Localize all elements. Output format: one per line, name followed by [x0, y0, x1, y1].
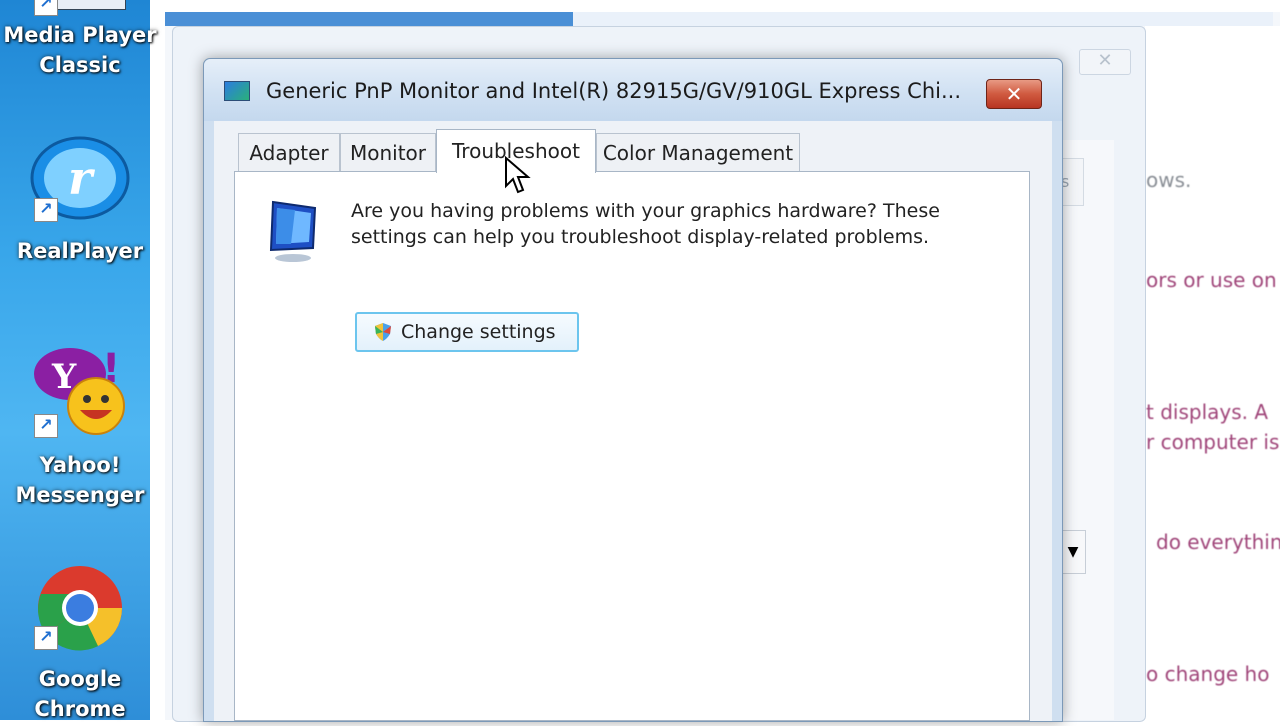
- background-text: do everythin: [1156, 530, 1280, 554]
- desktop-icon-label: Yahoo!: [39, 453, 121, 477]
- tab-adapter[interactable]: Adapter: [238, 133, 340, 171]
- troubleshoot-description: Are you having problems with your graphi…: [351, 200, 940, 248]
- close-button[interactable]: ✕: [986, 79, 1042, 109]
- background-window-titlebar: [165, 12, 573, 26]
- background-text: r computer is: [1146, 430, 1280, 454]
- desktop-icon-label: RealPlayer: [16, 239, 144, 263]
- change-settings-button[interactable]: Change settings: [355, 312, 579, 352]
- shield-icon: [375, 323, 391, 341]
- tab-color-management[interactable]: Color Management: [596, 133, 800, 171]
- desktop-icon-label: Classic: [39, 53, 121, 77]
- tab-label: Color Management: [602, 141, 794, 165]
- background-window-content: [1145, 26, 1280, 726]
- background-close-icon[interactable]: ✕: [1079, 49, 1131, 75]
- display-icon: [224, 81, 250, 101]
- background-text: ors or use on: [1146, 268, 1277, 292]
- desktop-strip: ↗ Media Player Classic r ↗ RealPlayer Y …: [0, 0, 157, 721]
- desktop-icon-label: Messenger: [15, 483, 145, 507]
- shortcut-arrow-icon: ↗: [34, 626, 58, 650]
- background-text: o change ho: [1146, 662, 1270, 686]
- shortcut-arrow-icon: ↗: [34, 198, 58, 222]
- desktop-icon-label: Media Player: [3, 23, 157, 47]
- troubleshoot-panel: Are you having problems with your graphi…: [234, 171, 1030, 721]
- cursor-icon: [505, 156, 531, 194]
- background-text: ows.: [1146, 168, 1192, 192]
- background-window-titlebar-right: [573, 12, 1273, 26]
- shortcut-arrow-icon: ↗: [34, 0, 58, 16]
- dialog-titlebar[interactable]: Generic PnP Monitor and Intel(R) 82915G/…: [204, 59, 1062, 121]
- svg-text:r: r: [68, 151, 96, 205]
- tab-label: Adapter: [249, 141, 329, 165]
- tab-label: Monitor: [349, 141, 427, 165]
- background-button[interactable]: s: [1060, 158, 1084, 206]
- change-settings-label: Change settings: [401, 321, 556, 343]
- monitor-icon: [269, 200, 317, 262]
- background-text: t displays. A: [1146, 400, 1269, 424]
- monitor-properties-dialog: Generic PnP Monitor and Intel(R) 82915G/…: [203, 58, 1063, 722]
- close-icon: ✕: [1005, 82, 1023, 106]
- shortcut-arrow-icon: ↗: [34, 414, 58, 438]
- tab-monitor[interactable]: Monitor: [340, 133, 436, 171]
- background-panel: [1060, 140, 1114, 720]
- desktop-icon-label: Google: [38, 667, 122, 691]
- background-dropdown-arrow-icon[interactable]: ▼: [1060, 530, 1086, 574]
- dialog-title: Generic PnP Monitor and Intel(R) 82915G/…: [266, 79, 961, 103]
